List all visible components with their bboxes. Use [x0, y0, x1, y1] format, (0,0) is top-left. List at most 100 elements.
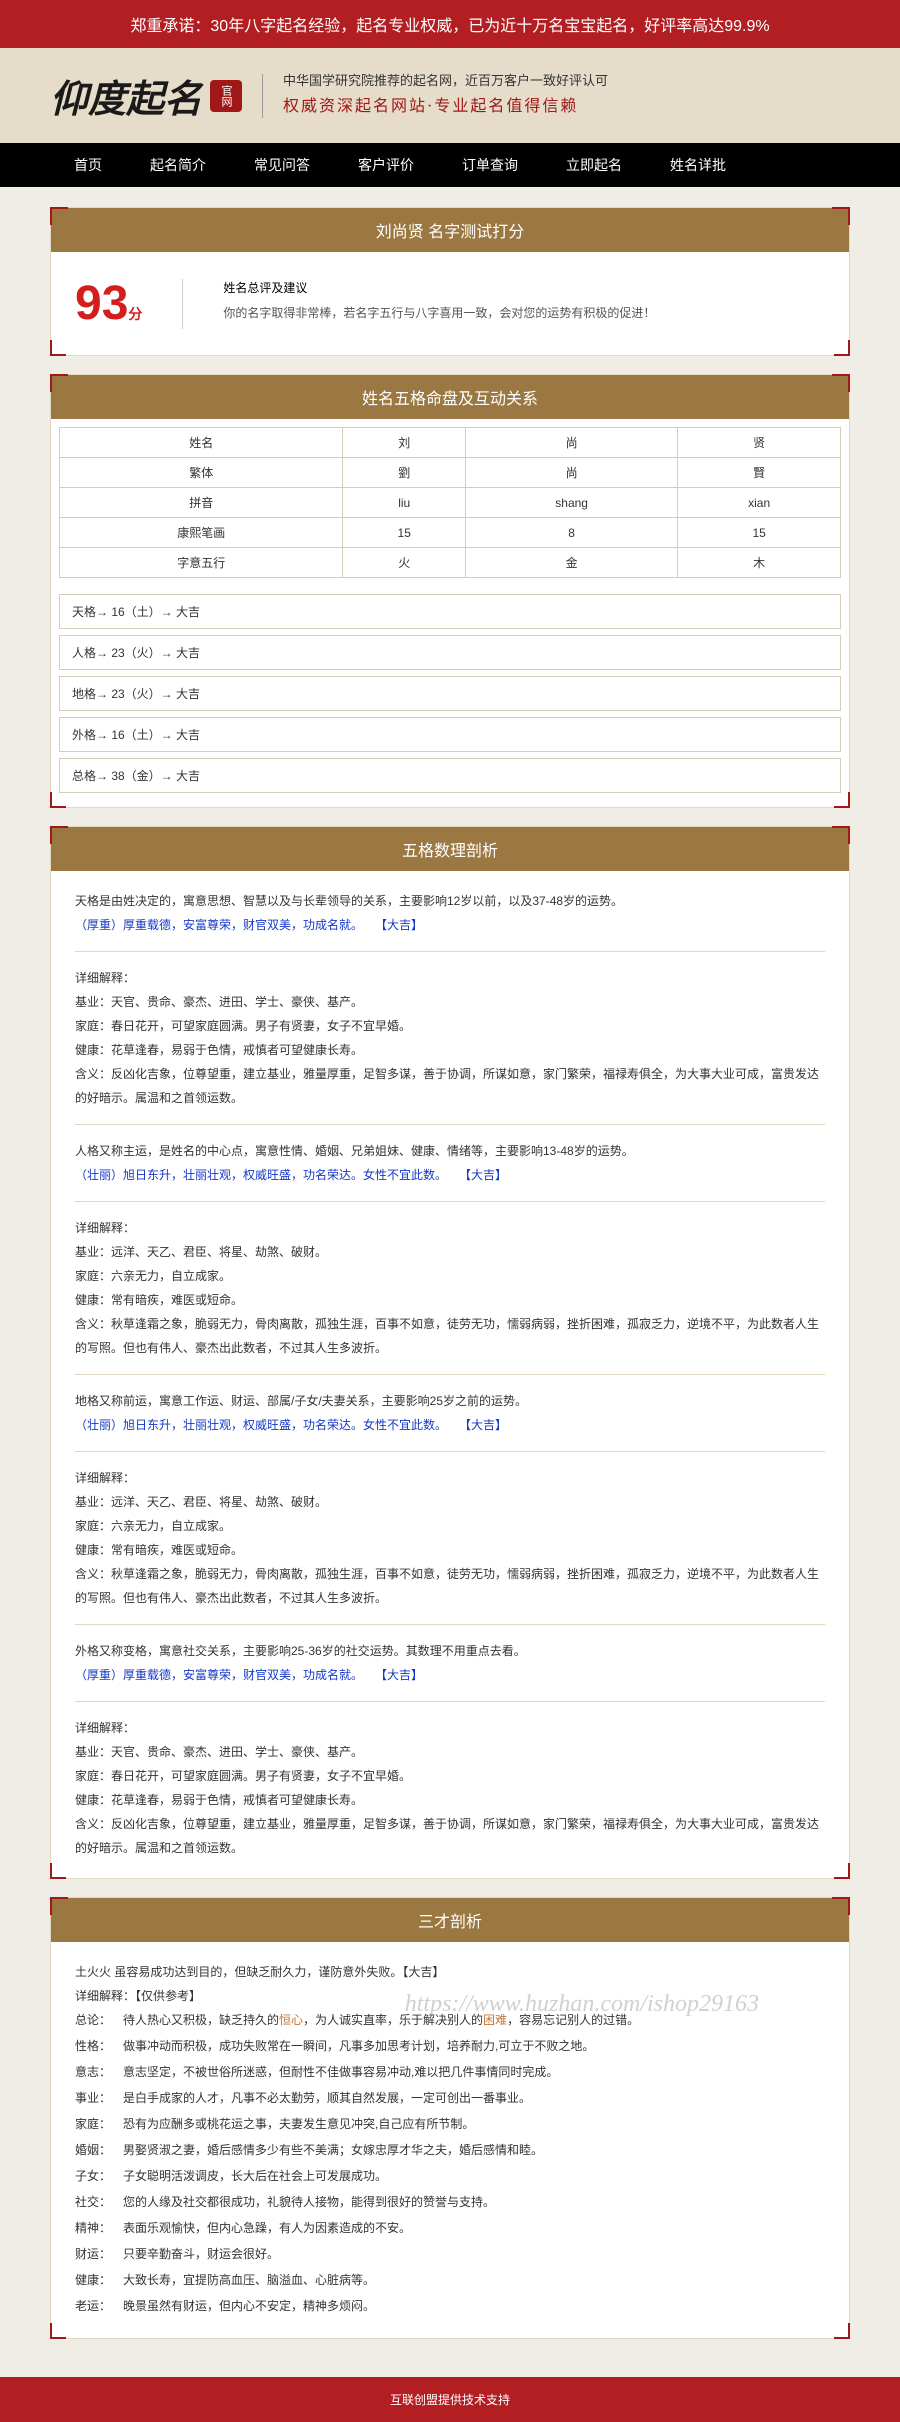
section-label: 详细解释： [75, 1216, 825, 1240]
sancai-label: 意志： [75, 2060, 123, 2084]
nav-order[interactable]: 订单查询 [438, 143, 542, 187]
table-cell: 尚 [465, 428, 677, 458]
grid-row: 总格→ 38（金）→ 大吉 [59, 758, 841, 793]
grid-row: 外格→ 16（土）→ 大吉 [59, 717, 841, 752]
grid-row: 地格→ 23（火）→ 大吉 [59, 676, 841, 711]
nav-home[interactable]: 首页 [50, 143, 126, 187]
nav-detail[interactable]: 姓名详批 [646, 143, 750, 187]
table-cell: 尚 [465, 458, 677, 488]
table-cell: 繁体 [60, 458, 343, 488]
wuge-card: 姓名五格命盘及互动关系 姓名刘尚贤繁体劉尚賢拼音liushangxian康熙笔画… [50, 374, 850, 808]
sancai-text: 意志坚定，不被世俗所迷惑，但耐性不佳做事容易冲动,难以把几件事情同时完成。 [123, 2060, 558, 2084]
table-cell: 賢 [678, 458, 841, 488]
sancai-label: 老运： [75, 2294, 123, 2318]
sancai-row: 婚姻：男娶贤淑之妻，婚后感情多少有些不美满；女嫁忠厚才华之夫，婚后感情和睦。 [75, 2138, 825, 2162]
nav-intro[interactable]: 起名简介 [126, 143, 230, 187]
sancai-text: 恐有为应酬多或桃花运之事，夫妻发生意见冲突,自己应有所节制。 [123, 2112, 474, 2136]
sancai-label: 财运： [75, 2242, 123, 2266]
header-line2: 权威资深起名网站·专业起名值得信赖 [283, 93, 608, 122]
nav: 首页 起名简介 常见问答 客户评价 订单查询 立即起名 姓名详批 [0, 143, 900, 187]
top-banner: 郑重承诺：30年八字起名经验，起名专业权威，已为近十万名宝宝起名，好评率高达99… [0, 0, 900, 48]
shuli-body: 天格是由姓决定的，寓意思想、智慧以及与长辈领导的关系，主要影响12岁以前，以及3… [51, 871, 849, 1878]
sancai-label: 总论： [75, 2008, 123, 2032]
section-line: 基业：远洋、天乙、君臣、将星、劫煞、破财。 [75, 1490, 825, 1514]
sancai-label: 性格： [75, 2034, 123, 2058]
sancai-row: 精神：表面乐观愉快，但内心急躁，有人为因素造成的不安。 [75, 2216, 825, 2240]
score-value: 93分 [75, 276, 142, 331]
logo: 仰度起名 官网 [50, 68, 242, 123]
sancai-title: 三才剖析 [51, 1898, 849, 1942]
sancai-text: 是白手成家的人才，凡事不必太勤劳，顺其自然发展，一定可创出一番事业。 [123, 2086, 531, 2110]
sancai-text: 待人热心又积极，缺乏持久的恒心，为人诚实直率，乐于解决别人的困难，容易忘记别人的… [123, 2008, 639, 2032]
nav-faq[interactable]: 常见问答 [230, 143, 334, 187]
table-cell: 刘 [343, 428, 465, 458]
section-line: 含义：秋草逢霜之象，脆弱无力，骨肉离散，孤独生涯，百事不如意，徒劳无功，懦弱病弱… [75, 1562, 825, 1610]
sancai-label: 事业： [75, 2086, 123, 2110]
section-line: 含义：反凶化吉象，位尊望重，建立基业，雅量厚重，足智多谋，善于协调，所谋如意，家… [75, 1812, 825, 1860]
table-cell: 金 [465, 548, 677, 578]
section-line: 基业：天官、贵命、豪杰、进田、学士、豪侠、基产。 [75, 1740, 825, 1764]
sancai-card: 三才剖析 土火火 虽容易成功达到目的，但缺乏耐久力，谨防意外失败。【大吉】 详细… [50, 1897, 850, 2339]
section-intro: 人格又称主运，是姓名的中心点，寓意性情、婚姻、兄弟姐妹、健康、情绪等，主要影响1… [75, 1139, 825, 1163]
shuli-card: 五格数理剖析 天格是由姓决定的，寓意思想、智慧以及与长辈领导的关系，主要影响12… [50, 826, 850, 1879]
sancai-label: 精神： [75, 2216, 123, 2240]
sancai-text: 只要辛勤奋斗，财运会很好。 [123, 2242, 279, 2266]
section-line: 健康：花草逢春，易弱于色情，戒慎者可望健康长寿。 [75, 1788, 825, 1812]
sancai-label: 健康： [75, 2268, 123, 2292]
section-line: 基业：天官、贵命、豪杰、进田、学士、豪侠、基产。 [75, 990, 825, 1014]
footer: 互联创盟提供技术支持 [0, 2377, 900, 2422]
grid-row: 天格→ 16（土）→ 大吉 [59, 594, 841, 629]
sancai-text: 做事冲动而积极，成功失败常在一瞬间，凡事多加思考计划，培养耐力,可立于不败之地。 [123, 2034, 594, 2058]
section-line: 健康：花草逢春，易弱于色情，戒慎者可望健康长寿。 [75, 1038, 825, 1062]
header-line1: 中华国学研究院推荐的起名网，近百万客户一致好评认可 [283, 69, 608, 92]
section-line: 基业：远洋、天乙、君臣、将星、劫煞、破财。 [75, 1240, 825, 1264]
sancai-label: 家庭： [75, 2112, 123, 2136]
nav-start[interactable]: 立即起名 [542, 143, 646, 187]
table-cell: 15 [678, 518, 841, 548]
sancai-row: 老运：晚景虽然有财运，但内心不安定，精神多烦闷。 [75, 2294, 825, 2318]
wuge-table: 姓名刘尚贤繁体劉尚賢拼音liushangxian康熙笔画15815字意五行火金木 [59, 427, 841, 578]
table-cell: 姓名 [60, 428, 343, 458]
header-divider [262, 74, 263, 118]
table-cell: xian [678, 488, 841, 518]
score-heading: 姓名总评及建议 [223, 279, 655, 296]
sancai-row: 健康：大致长寿，宜提防高血压、脑溢血、心脏病等。 [75, 2268, 825, 2292]
section-label: 详细解释： [75, 966, 825, 990]
sancai-row: 总论：待人热心又积极，缺乏持久的恒心，为人诚实直率，乐于解决别人的困难，容易忘记… [75, 2008, 825, 2032]
section-label: 详细解释： [75, 1466, 825, 1490]
sancai-text: 大致长寿，宜提防高血压、脑溢血、心脏病等。 [123, 2268, 375, 2292]
sancai-text: 晚景虽然有财运，但内心不安定，精神多烦闷。 [123, 2294, 375, 2318]
table-cell: 木 [678, 548, 841, 578]
score-desc: 你的名字取得非常棒，若名字五行与八字喜用一致，会对您的运势有积极的促进！ [223, 304, 655, 321]
section-line: 含义：反凶化吉象，位尊望重，建立基业，雅量厚重，足智多谋，善于协调，所谋如意，家… [75, 1062, 825, 1110]
section-line: 健康：常有暗疾，难医或短命。 [75, 1538, 825, 1562]
section-intro: 地格又称前运，寓意工作运、财运、部属/子女/夫妻关系，主要影响25岁之前的运势。 [75, 1389, 825, 1413]
sancai-row: 财运：只要辛勤奋斗，财运会很好。 [75, 2242, 825, 2266]
header: 仰度起名 官网 中华国学研究院推荐的起名网，近百万客户一致好评认可 权威资深起名… [0, 48, 900, 143]
section-intro: 天格是由姓决定的，寓意思想、智慧以及与长辈领导的关系，主要影响12岁以前，以及3… [75, 889, 825, 913]
shuli-title: 五格数理剖析 [51, 827, 849, 871]
sancai-summary: 土火火 虽容易成功达到目的，但缺乏耐久力，谨防意外失败。【大吉】 [75, 1960, 825, 1984]
table-cell: liu [343, 488, 465, 518]
sancai-detail-label: 详细解释：【仅供参考】 [75, 1984, 825, 2008]
table-cell: 拼音 [60, 488, 343, 518]
table-cell: 15 [343, 518, 465, 548]
section-intro: 外格又称变格，寓意社交关系，主要影响25-36岁的社交运势。其数理不用重点去看。 [75, 1639, 825, 1663]
section-line: 健康：常有暗疾，难医或短命。 [75, 1288, 825, 1312]
score-title: 刘尚贤 名字测试打分 [51, 208, 849, 252]
table-cell: shang [465, 488, 677, 518]
score-text: 姓名总评及建议 你的名字取得非常棒，若名字五行与八字喜用一致，会对您的运势有积极… [223, 279, 655, 329]
table-cell: 康熙笔画 [60, 518, 343, 548]
table-cell: 劉 [343, 458, 465, 488]
section-line: 家庭：春日花开，可望家庭圆满。男子有贤妻，女子不宜早婚。 [75, 1014, 825, 1038]
section-line: 含义：秋草逢霜之象，脆弱无力，骨肉离散，孤独生涯，百事不如意，徒劳无功，懦弱病弱… [75, 1312, 825, 1360]
sancai-row: 社交：您的人缘及社交都很成功，礼貌待人接物，能得到很好的赞誉与支持。 [75, 2190, 825, 2214]
sancai-row: 事业：是白手成家的人才，凡事不必太勤劳，顺其自然发展，一定可创出一番事业。 [75, 2086, 825, 2110]
nav-reviews[interactable]: 客户评价 [334, 143, 438, 187]
sancai-row: 意志：意志坚定，不被世俗所迷惑，但耐性不佳做事容易冲动,难以把几件事情同时完成。 [75, 2060, 825, 2084]
sancai-text: 子女聪明活泼调皮，长大后在社会上可发展成功。 [123, 2164, 387, 2188]
section-fortune: （厚重）厚重载德，安富尊荣，财官双美，功成名就。 【大吉】 [75, 913, 825, 937]
sancai-text: 表面乐观愉快，但内心急躁，有人为因素造成的不安。 [123, 2216, 411, 2240]
sancai-label: 社交： [75, 2190, 123, 2214]
sancai-text: 男娶贤淑之妻，婚后感情多少有些不美满；女嫁忠厚才华之夫，婚后感情和睦。 [123, 2138, 543, 2162]
